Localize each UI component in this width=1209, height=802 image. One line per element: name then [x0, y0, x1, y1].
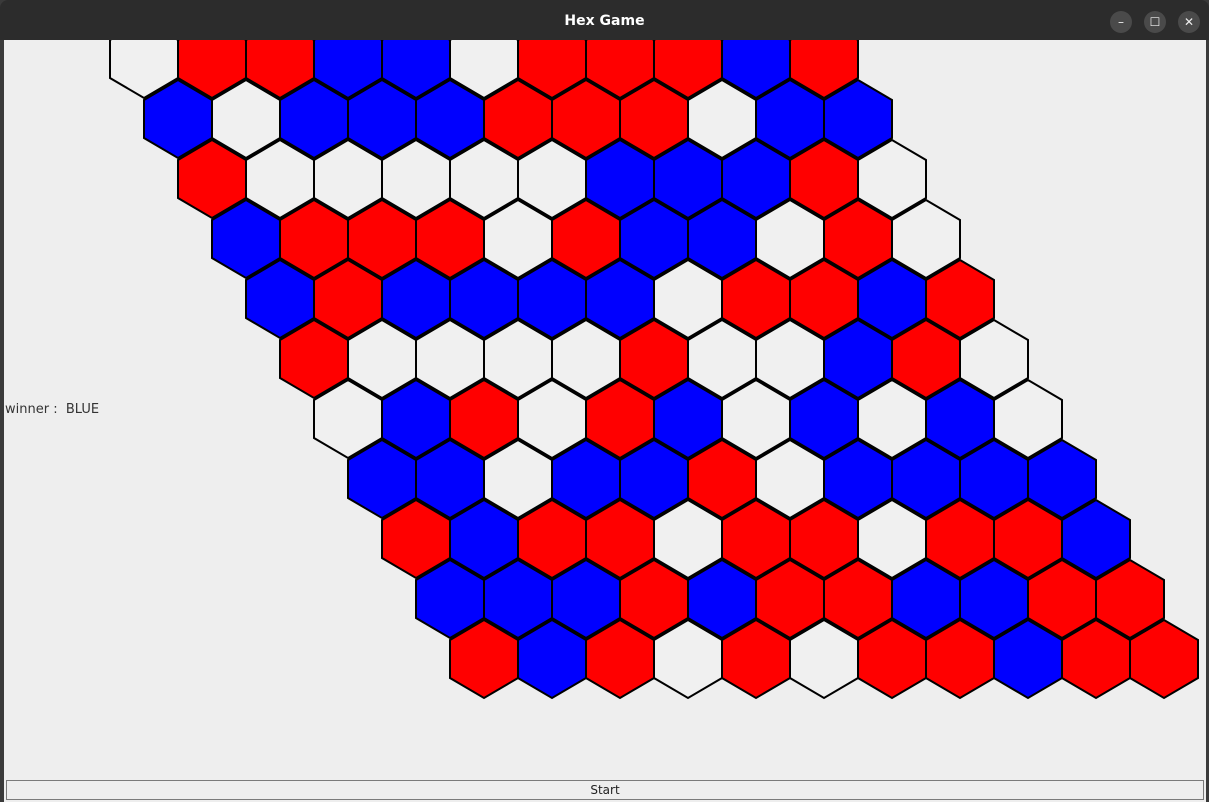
hex-board — [109, 40, 1199, 700]
minimize-icon[interactable]: – — [1110, 11, 1132, 33]
close-icon[interactable]: ✕ — [1178, 11, 1200, 33]
winner-label: winner : BLUE — [5, 402, 100, 417]
window-title: Hex Game — [564, 13, 645, 29]
start-button[interactable]: Start — [6, 780, 1204, 800]
maximize-icon[interactable]: ☐ — [1144, 11, 1166, 33]
game-panel: winner : BLUE Start — [4, 40, 1206, 802]
